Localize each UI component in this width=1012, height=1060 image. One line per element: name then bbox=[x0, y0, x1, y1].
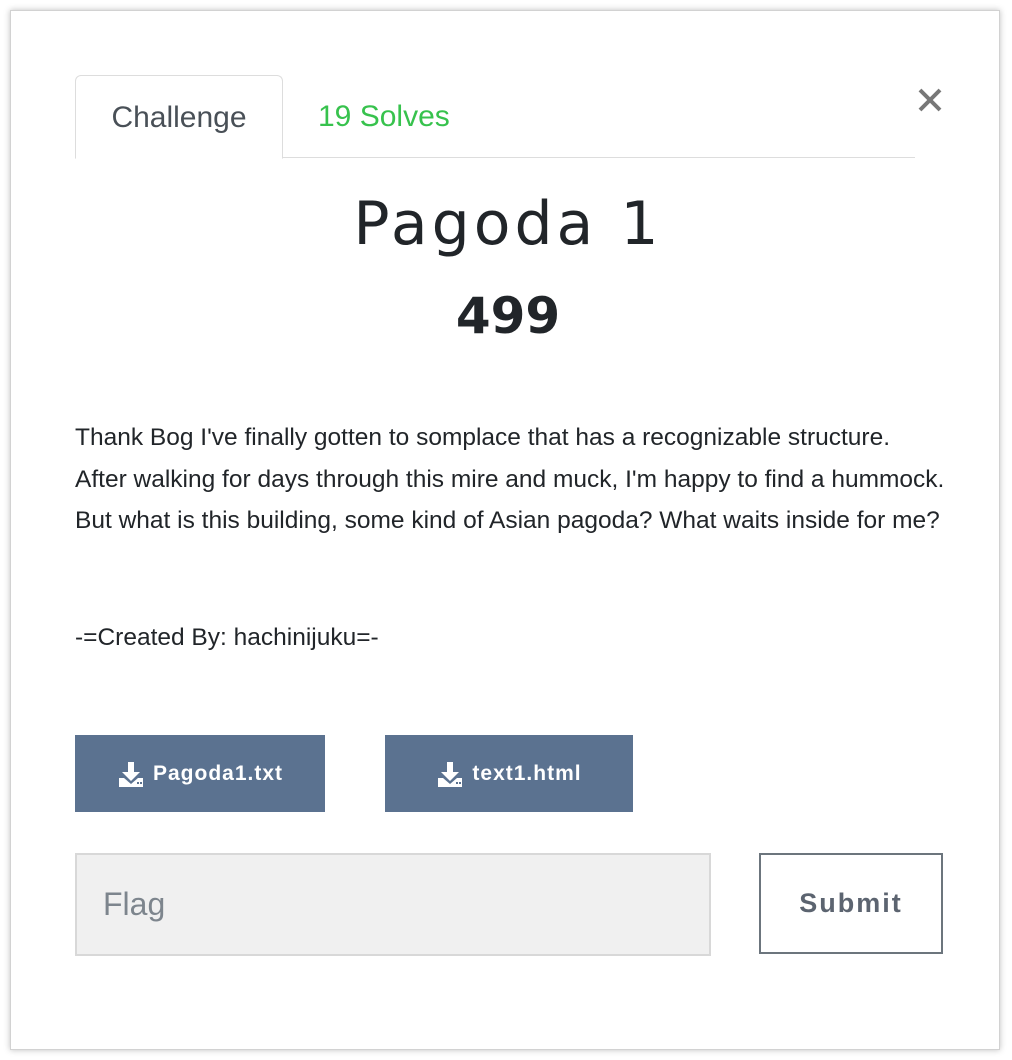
challenge-title: Pagoda 1 bbox=[353, 189, 663, 259]
download-icon bbox=[118, 761, 143, 787]
tab-solves-label: 19 Solves bbox=[318, 100, 450, 133]
challenge-modal: Challenge 19 Solves Pagoda 1 499 Thank B… bbox=[10, 10, 1000, 1050]
close-icon bbox=[918, 88, 942, 112]
file-download-label: Pagoda1.txt bbox=[152, 761, 284, 785]
challenge-tabs: Challenge 19 Solves bbox=[75, 75, 915, 159]
flag-input[interactable] bbox=[75, 853, 711, 956]
tab-challenge-label: Challenge bbox=[111, 101, 247, 134]
challenge-points: 499 bbox=[455, 287, 561, 345]
file-download-button[interactable]: Pagoda1.txt bbox=[75, 735, 325, 812]
file-download-label: text1.html bbox=[472, 761, 582, 785]
tab-solves[interactable]: 19 Solves bbox=[318, 75, 450, 158]
download-icon bbox=[438, 761, 463, 787]
tab-challenge[interactable]: Challenge bbox=[75, 75, 283, 159]
submit-button[interactable]: Submit bbox=[759, 853, 943, 954]
challenge-author: -=Created By: hachinijuku=- bbox=[75, 624, 379, 651]
close-button[interactable] bbox=[913, 83, 947, 117]
challenge-description: Thank Bog I've finally gotten to somplac… bbox=[75, 424, 945, 534]
file-download-button[interactable]: text1.html bbox=[385, 735, 633, 812]
